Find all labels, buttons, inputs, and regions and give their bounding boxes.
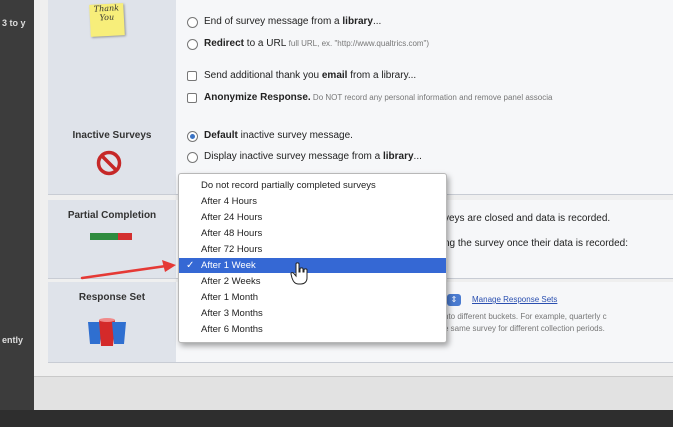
partial-completion-dropdown[interactable]: Do not record partially completed survey… xyxy=(178,173,447,343)
checkmark-icon: ✓ xyxy=(186,260,195,271)
dropdown-option-selected[interactable]: ✓ After 1 Week xyxy=(179,258,446,273)
window-bottom-edge xyxy=(0,410,673,427)
cups-icon xyxy=(88,318,126,346)
inactive-surveys-title: Inactive Surveys xyxy=(72,130,152,141)
anonymize-response-checkbox[interactable] xyxy=(187,93,197,103)
response-set-select-button[interactable]: ⇕ xyxy=(447,294,461,306)
default-inactive-message-radio[interactable] xyxy=(187,131,198,142)
dialog-footer xyxy=(34,376,673,411)
send-email-checkbox[interactable] xyxy=(187,71,197,81)
manage-response-sets-link[interactable]: Manage Response Sets xyxy=(472,295,557,304)
library-inactive-message-radio[interactable] xyxy=(187,152,198,163)
clipped-text-top: 3 to y xyxy=(2,18,26,28)
dropdown-option[interactable]: After 48 Hours xyxy=(179,226,446,241)
default-inactive-message-label: Default inactive survey message. xyxy=(204,130,353,141)
redirect-url-label: Redirect to a URL full URL, ex. "http://… xyxy=(204,38,430,49)
dropdown-option[interactable]: After 3 Months xyxy=(179,306,446,321)
end-of-survey-library-label: End of survey message from a library... xyxy=(204,16,382,27)
partial-completion-text-2: ng the survey once their data is recorde… xyxy=(444,238,628,249)
end-of-survey-library-radio[interactable] xyxy=(187,17,198,28)
dropdown-option[interactable]: Do not record partially completed survey… xyxy=(179,178,446,193)
sticky-note-icon: Thank You xyxy=(89,3,125,37)
dropdown-option[interactable]: After 24 Hours xyxy=(179,210,446,225)
response-set-description-1: nto different buckets. For example, quar… xyxy=(444,312,607,321)
dropdown-option[interactable]: After 1 Month xyxy=(179,290,446,305)
dropdown-option[interactable]: After 2 Weeks xyxy=(179,274,446,289)
hand-cursor-icon xyxy=(290,262,308,285)
red-arrow-annotation xyxy=(80,260,176,280)
response-set-title: Response Set xyxy=(78,292,146,303)
dropdown-option[interactable]: After 6 Months xyxy=(179,322,446,337)
progress-bar-icon xyxy=(90,233,132,240)
dropdown-option[interactable]: After 72 Hours xyxy=(179,242,446,257)
window-left-edge: 3 to y ently xyxy=(0,0,34,427)
no-entry-icon xyxy=(96,150,122,176)
library-inactive-message-label: Display inactive survey message from a l… xyxy=(204,151,422,162)
anonymize-response-label: Anonymize Response. Do NOT record any pe… xyxy=(204,92,553,103)
redirect-url-radio[interactable] xyxy=(187,39,198,50)
partial-completion-title: Partial Completion xyxy=(67,210,157,221)
response-set-description-2: e same survey for different collection p… xyxy=(444,324,605,333)
send-email-label: Send additional thank you email from a l… xyxy=(204,70,417,81)
clipped-text-mid: ently xyxy=(2,335,24,345)
partial-completion-text-1: veys are closed and data is recorded. xyxy=(444,213,611,224)
dropdown-option-label: After 1 Week xyxy=(201,260,256,271)
dropdown-option[interactable]: After 4 Hours xyxy=(179,194,446,209)
